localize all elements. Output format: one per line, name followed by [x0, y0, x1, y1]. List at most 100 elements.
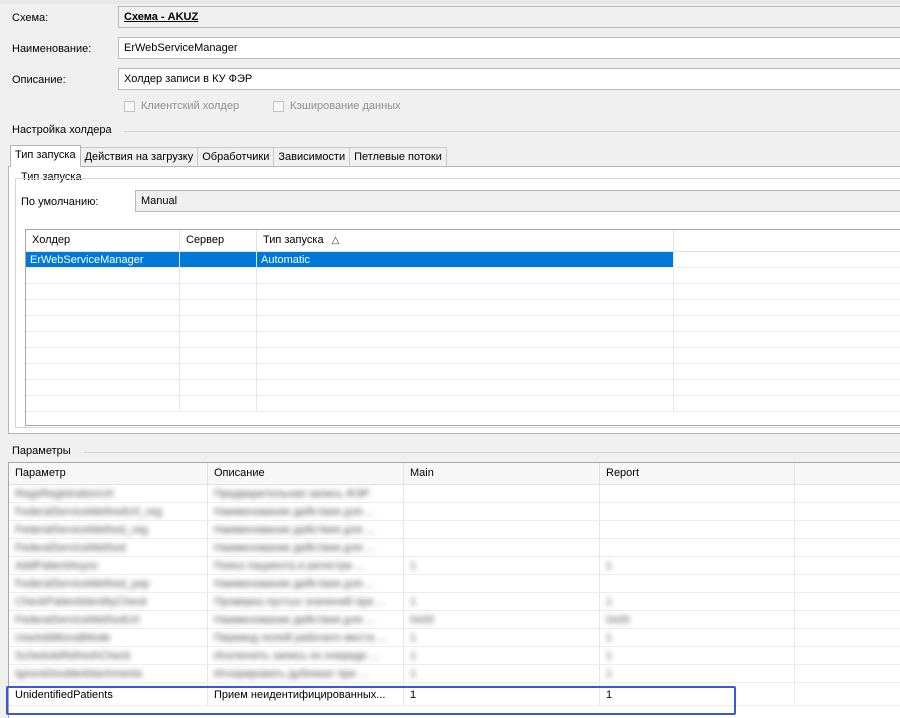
cell-filler [795, 539, 900, 556]
cell-main: 1 [404, 647, 600, 664]
blurred-text: Проверка пустых значений при ... [214, 596, 386, 608]
tab-loop-threads[interactable]: Петлевые потоки [349, 147, 447, 167]
blurred-text: 0x00 [410, 614, 434, 626]
group-divider [124, 131, 900, 132]
cell-filler [795, 485, 900, 502]
blurred-text: Поиск пациента в регистре ... [214, 560, 365, 572]
cell-filler [795, 557, 900, 574]
table-row[interactable]: ErWebServiceManager Automatic [26, 252, 900, 268]
holder-grid-header: Холдер Сервер Тип запуска △ [26, 230, 900, 252]
blurred-text: Наименование действия для ... [214, 614, 375, 626]
cell-desc: Наименование действия для ... [208, 611, 404, 628]
cell-launch-type: Automatic [257, 252, 674, 267]
cell-report [600, 575, 795, 592]
window-top-edge [0, 0, 900, 4]
schema-link[interactable]: Схема - AKUZ [124, 11, 198, 23]
name-input[interactable]: ErWebServiceManager [118, 37, 900, 59]
cell-main: 1 [404, 665, 600, 682]
table-row[interactable]: UseAdditionalMode Перевод полей рабочего … [9, 629, 900, 647]
table-row[interactable]: ScheduleRefreshCheck Исключить запись из … [9, 647, 900, 665]
holder-tabs: Тип запуска Действия на загрузку Обработ… [10, 145, 447, 167]
cell-desc: Поиск пациента в регистре ... [208, 557, 404, 574]
blurred-text: 1 [606, 560, 613, 572]
cell-param: ScheduleRefreshCheck [9, 647, 208, 664]
cell-report: 1 [600, 557, 795, 574]
cell-desc: Наименование действия для ... [208, 521, 404, 538]
col-launch-type-label: Тип запуска [263, 234, 324, 246]
table-row [26, 268, 900, 284]
col-launch-type[interactable]: Тип запуска △ [257, 230, 674, 251]
cell-server [180, 252, 257, 267]
default-launch-select[interactable]: Manual [135, 190, 900, 212]
data-caching-checkbox[interactable]: Кэширование данных [273, 99, 401, 113]
parameters-grid-header: Параметр Описание Main Report [9, 463, 900, 485]
table-row[interactable]: FederalServiceMethodUrl_reg Наименование … [9, 503, 900, 521]
cell-filler [795, 611, 900, 628]
holder-grid[interactable]: Холдер Сервер Тип запуска △ ErWebServiceM… [25, 229, 900, 426]
blurred-text: FederalServiceMethod_pay [15, 578, 150, 590]
highlight-frame [6, 686, 736, 715]
table-row[interactable]: FederalServiceMethod_pay Наименование дей… [9, 575, 900, 593]
blurred-text: 1 [606, 668, 613, 680]
blurred-text: 1 [606, 632, 613, 644]
cell-desc: Наименование действия для ... [208, 503, 404, 520]
cell-main [404, 503, 600, 520]
table-row[interactable]: CheckPatientIdentityCheck Проверка пустых… [9, 593, 900, 611]
blurred-text: Наименование действия для ... [214, 542, 375, 554]
parameters-rows: RegsRegistrationUrl Предварительная запис… [9, 485, 900, 683]
group-divider [84, 452, 900, 453]
cell-desc: Игнорировать дубликат при ... [208, 665, 404, 682]
table-row [26, 300, 900, 316]
cell-param: AddPatientAsync [9, 557, 208, 574]
blurred-text: 1 [410, 596, 417, 608]
cell-filler [795, 521, 900, 538]
table-row[interactable]: AddPatientAsync Поиск пациента в регистре… [9, 557, 900, 575]
col-report[interactable]: Report [600, 463, 795, 484]
cell-param: FederalServiceMethodUrl_reg [9, 503, 208, 520]
table-row[interactable]: IgnoreDoubleAttachments Игнорировать дубл… [9, 665, 900, 683]
table-row[interactable]: FederalServiceMethod_reg Наименование дей… [9, 521, 900, 539]
cell-main [404, 521, 600, 538]
blurred-text: 1 [606, 650, 613, 662]
schema-field[interactable]: Схема - AKUZ [118, 6, 900, 28]
cell-main [404, 575, 600, 592]
launch-type-panel: Тип запуска По умолчанию: Manual Холдер … [8, 166, 900, 434]
table-row [26, 396, 900, 412]
client-holder-checkbox[interactable]: Клиентский холдер [124, 99, 239, 113]
client-holder-label: Клиентский холдер [141, 100, 240, 112]
schema-label: Схема: [12, 12, 49, 24]
table-row [26, 380, 900, 396]
data-caching-label: Кэширование данных [290, 100, 401, 112]
cell-report: 1 [600, 665, 795, 682]
holder-settings-title: Настройка холдера [12, 124, 112, 136]
parameters-grid[interactable]: Параметр Описание Main Report RegsRegist… [8, 462, 900, 718]
table-row[interactable]: FederalServiceMethod Наименование действи… [9, 539, 900, 557]
checkbox-box [273, 100, 284, 112]
blurred-text: ScheduleRefreshCheck [15, 650, 131, 662]
table-row[interactable]: FederalServiceMethodUrl Наименование дейс… [9, 611, 900, 629]
col-server[interactable]: Сервер [180, 230, 257, 251]
col-parameter[interactable]: Параметр [9, 463, 208, 484]
cell-filler [795, 629, 900, 646]
name-label: Наименование: [12, 43, 92, 55]
col-description[interactable]: Описание [208, 463, 404, 484]
tab-handlers[interactable]: Обработчики [197, 147, 275, 167]
table-row[interactable]: RegsRegistrationUrl Предварительная запис… [9, 485, 900, 503]
tab-launch-type[interactable]: Тип запуска [10, 145, 81, 167]
cell-report [600, 521, 795, 538]
cell-main [404, 485, 600, 502]
blurred-text: 0x00 [606, 614, 630, 626]
cell-param: FederalServiceMethod_reg [9, 521, 208, 538]
description-input[interactable]: Холдер записи в КУ ФЭР [118, 68, 900, 90]
col-holder[interactable]: Холдер [26, 230, 180, 251]
tab-dependencies[interactable]: Зависимости [273, 147, 351, 167]
cell-filler [795, 503, 900, 520]
cell-report [600, 503, 795, 520]
tab-load-actions[interactable]: Действия на загрузку [79, 147, 199, 167]
blurred-text: Наименование действия для ... [214, 506, 375, 518]
table-row [26, 348, 900, 364]
blurred-text: FederalServiceMethod_reg [15, 524, 148, 536]
col-main[interactable]: Main [404, 463, 600, 484]
cell-report: 1 [600, 647, 795, 664]
cell-main: 1 [404, 629, 600, 646]
